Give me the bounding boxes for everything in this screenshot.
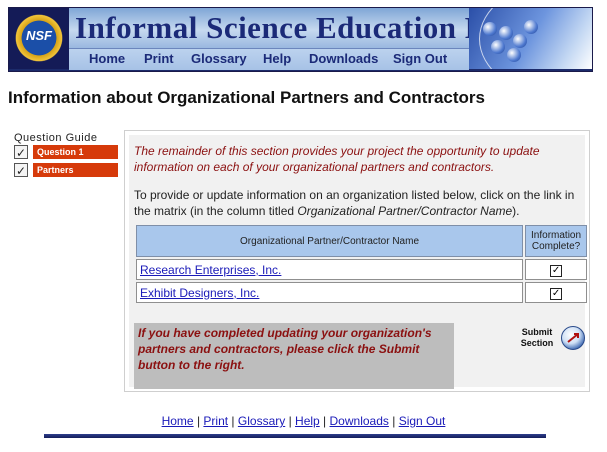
intro-text: The remainder of this section provides y… — [134, 144, 540, 174]
molecule-sphere — [499, 26, 513, 40]
title-area: Informal Science Education Program — [69, 8, 586, 48]
question-guide-item[interactable]: ✓ Partners — [14, 163, 118, 178]
molecule-sphere — [491, 40, 505, 54]
molecule-sphere — [513, 34, 527, 48]
partner-name-cell: Exhibit Designers, Inc. — [136, 282, 524, 303]
footer-signout-link[interactable]: Sign Out — [399, 414, 446, 428]
nav-glossary-link[interactable]: Glossary — [191, 51, 247, 66]
checkmark-icon: ✓ — [14, 163, 28, 178]
molecule-sphere — [524, 20, 538, 34]
footer-bar — [44, 434, 546, 438]
nav-help-link[interactable]: Help — [263, 51, 291, 66]
checkbox-checked-icon: ✓ — [550, 265, 563, 277]
instruction-text: To provide or update information on an o… — [134, 187, 580, 219]
partners-button[interactable]: Partners — [33, 163, 118, 177]
partner-name-cell: Research Enterprises, Inc. — [136, 259, 524, 280]
nav-signout-link[interactable]: Sign Out — [393, 51, 447, 66]
checkbox-checked-icon: ✓ — [550, 288, 563, 300]
submit-icon[interactable] — [561, 326, 585, 350]
content-inner: The remainder of this section provides y… — [129, 135, 587, 389]
orbit-ring — [479, 8, 592, 69]
question-guide-item[interactable]: ✓ Question 1 — [14, 145, 118, 160]
footer-glossary-link[interactable]: Glossary — [238, 414, 285, 428]
top-nav: Home Print Glossary Help Downloads Sign … — [69, 48, 469, 70]
separator: | — [388, 414, 399, 428]
separator: | — [228, 414, 238, 428]
footer-print-link[interactable]: Print — [203, 414, 228, 428]
question-guide-label: Question Guide — [14, 132, 98, 144]
nsf-logo: NSF — [9, 8, 69, 69]
partner-link[interactable]: Research Enterprises, Inc. — [138, 263, 281, 277]
table-row: Research Enterprises, Inc. ✓ — [136, 259, 587, 280]
molecule-art — [469, 8, 592, 69]
col-header-complete: Information Complete? — [525, 225, 587, 257]
page-title: Information about Organizational Partner… — [8, 88, 485, 107]
separator: | — [285, 414, 296, 428]
separator: | — [193, 414, 204, 428]
table-row: Exhibit Designers, Inc. ✓ — [136, 282, 587, 303]
content-panel: The remainder of this section provides y… — [124, 130, 590, 392]
site-banner: NSF Informal Science Education Program H… — [8, 7, 593, 72]
nav-print-link[interactable]: Print — [144, 51, 174, 66]
table-header-row: Organizational Partner/Contractor Name I… — [136, 225, 587, 257]
logo-text: NSF — [26, 28, 52, 43]
instruction-end: ). — [512, 204, 520, 218]
footer-downloads-link[interactable]: Downloads — [330, 414, 389, 428]
separator: | — [319, 414, 330, 428]
checkmark-icon: ✓ — [14, 145, 28, 160]
question-1-button[interactable]: Question 1 — [33, 145, 118, 159]
col-header-name: Organizational Partner/Contractor Name — [136, 225, 524, 257]
partner-link[interactable]: Exhibit Designers, Inc. — [138, 286, 259, 300]
submit-instruction: If you have completed updating your orga… — [134, 323, 454, 389]
submit-section-label[interactable]: Submit Section — [512, 327, 562, 349]
instruction-column-name: Organizational Partner/Contractor Name — [297, 204, 513, 218]
nav-downloads-link[interactable]: Downloads — [309, 51, 378, 66]
partners-table: Organizational Partner/Contractor Name I… — [134, 223, 589, 305]
molecule-sphere — [507, 48, 521, 62]
footer-nav: Home | Print | Glossary | Help | Downloa… — [0, 414, 607, 428]
molecule-sphere — [483, 22, 497, 36]
complete-cell: ✓ — [525, 259, 587, 280]
footer-home-link[interactable]: Home — [162, 414, 194, 428]
complete-cell: ✓ — [525, 282, 587, 303]
footer-help-link[interactable]: Help — [295, 414, 320, 428]
nav-home-link[interactable]: Home — [89, 51, 125, 66]
